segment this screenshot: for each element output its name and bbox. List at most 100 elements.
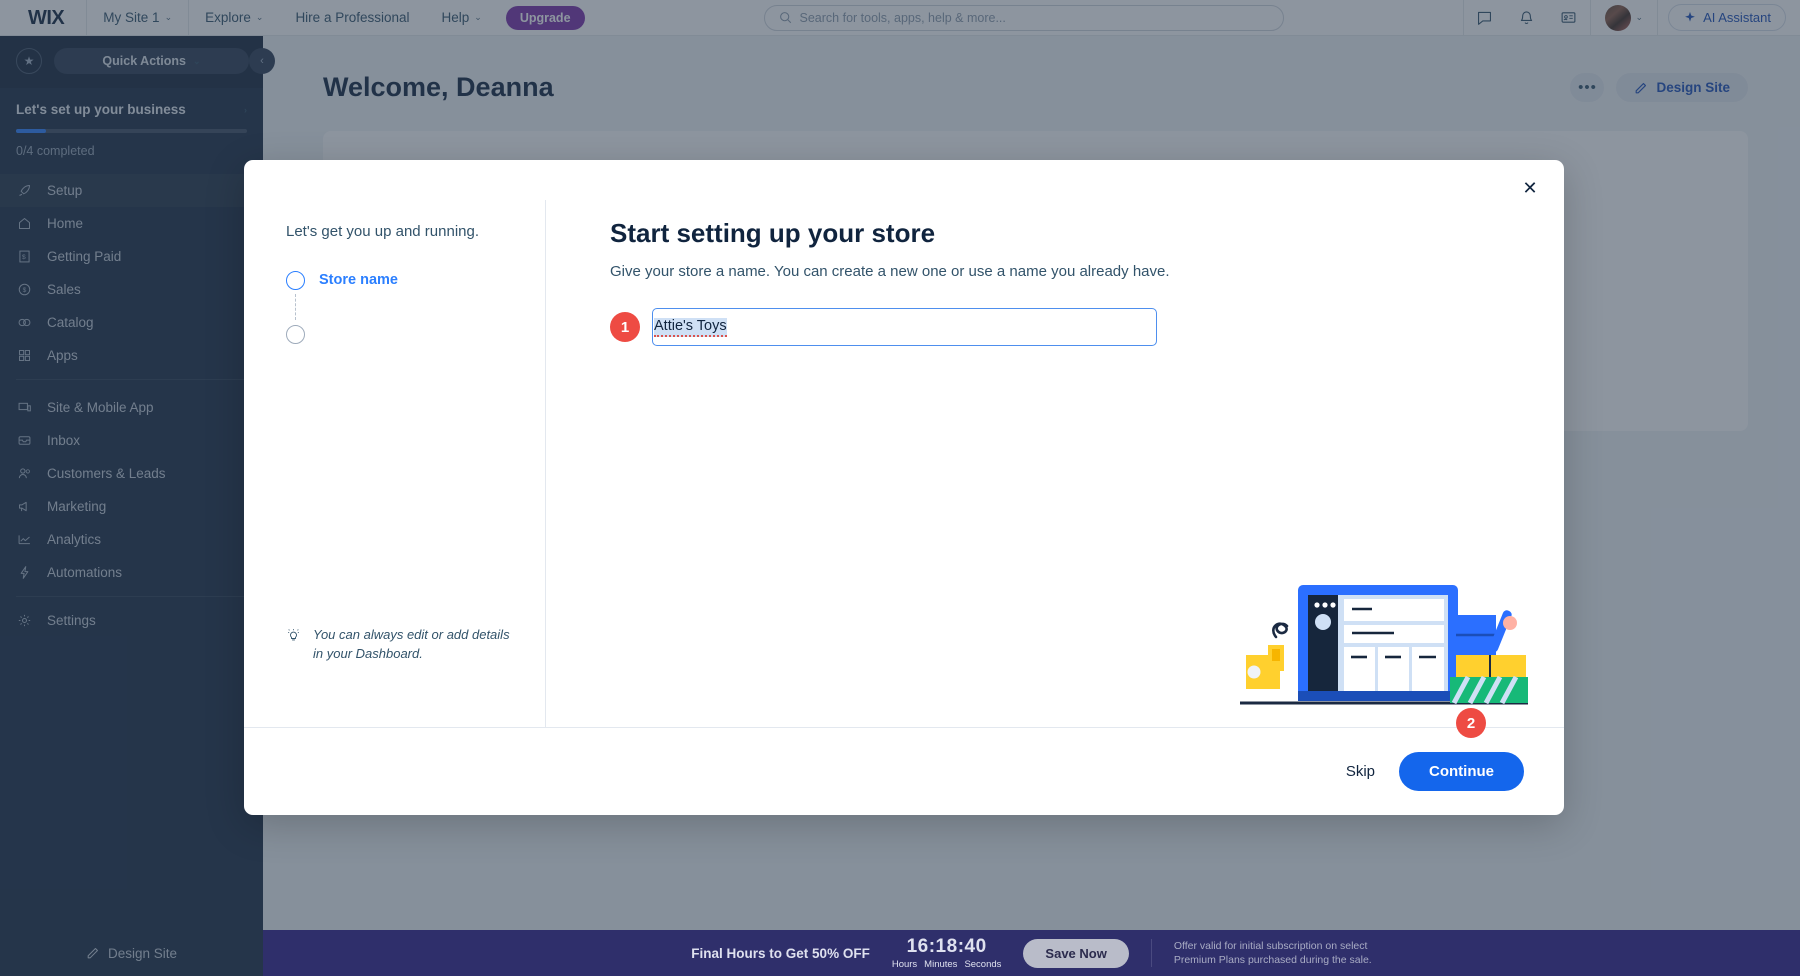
sidebar-item-label: Apps (47, 348, 230, 363)
step-label: Store name (319, 272, 398, 288)
sidebar-item-sales[interactable]: $ Sales › (0, 273, 263, 306)
step-connector (295, 294, 296, 320)
topbar-right-cluster: ⌄ AI Assistant (1463, 0, 1800, 36)
sidebar-footer-label: Design Site (108, 946, 177, 961)
sidebar-item-catalog[interactable]: Catalog › (0, 306, 263, 339)
sidebar-divider (16, 379, 247, 380)
topbar-item-explore[interactable]: Explore ⌄ (189, 0, 279, 36)
modal-main-panel: Start setting up your store Give your st… (546, 200, 1564, 727)
topbar-item-my-site[interactable]: My Site 1 ⌄ (87, 0, 188, 36)
pencil-icon (86, 946, 100, 960)
toolbar-divider (1657, 0, 1658, 36)
sidebar-item-label: Setup (47, 183, 247, 198)
sidebar-item-customers-leads[interactable]: Customers & Leads › (0, 457, 263, 490)
modal-tip: You can always edit or add details in yo… (286, 626, 517, 663)
upgrade-button[interactable]: Upgrade (506, 6, 585, 30)
sidebar-item-label: Marketing (47, 499, 230, 514)
top-navigation-bar: WIX My Site 1 ⌄ Explore ⌄ Hire a Profess… (0, 0, 1800, 36)
store-setup-illustration (1238, 567, 1538, 717)
chat-icon[interactable] (1464, 0, 1506, 36)
search-container: Search for tools, apps, help & more... (585, 5, 1463, 31)
sidebar-nav-secondary: Site & Mobile App › Inbox Customers & Le… (0, 387, 263, 589)
continue-button[interactable]: Continue (1399, 752, 1524, 791)
sidebar-item-label: Inbox (47, 433, 247, 448)
promo-fine-line-1: Offer valid for initial subscription on … (1174, 939, 1372, 953)
sidebar-design-site-button[interactable]: Design Site (0, 930, 263, 976)
topbar-label: My Site 1 (103, 10, 159, 25)
header-actions: ••• Design Site (1570, 73, 1748, 102)
annotation-marker-1: 1 (610, 312, 640, 342)
chevron-down-icon: ⌄ (474, 12, 482, 23)
bell-icon[interactable] (1506, 0, 1548, 36)
megaphone-icon (16, 498, 33, 515)
topbar-label: Help (442, 10, 470, 25)
sidebar-item-site-mobile-app[interactable]: Site & Mobile App › (0, 391, 263, 424)
setup-progress-block: Let's set up your business › 0/4 complet… (0, 88, 263, 170)
dollar-circle-icon: $ (16, 281, 33, 298)
sidebar-item-label: Customers & Leads (47, 466, 230, 481)
sidebar-item-getting-paid[interactable]: $ Getting Paid › (0, 240, 263, 273)
sidebar-item-label: Automations (47, 565, 230, 580)
design-site-button[interactable]: Design Site (1616, 73, 1748, 102)
close-icon[interactable]: ✕ (1516, 174, 1544, 202)
sidebar-item-inbox[interactable]: Inbox (0, 424, 263, 457)
sidebar-item-label: Sales (47, 282, 230, 297)
countdown-labels: Hours Minutes Seconds (892, 959, 1002, 970)
rocket-icon (16, 182, 33, 199)
modal-sidebar-title: Let's get you up and running. (286, 223, 517, 240)
sidebar-item-label: Home (47, 216, 247, 231)
ai-assistant-label: AI Assistant (1703, 10, 1771, 25)
sidebar-item-apps[interactable]: Apps › (0, 339, 263, 372)
collapse-sidebar-button[interactable]: ‹ (249, 48, 275, 74)
step-item-store-name[interactable]: Store name (286, 266, 517, 294)
sidebar-item-home[interactable]: Home (0, 207, 263, 240)
search-icon (779, 11, 792, 24)
quick-actions-label: Quick Actions (102, 54, 186, 68)
search-box[interactable]: Search for tools, apps, help & more... (764, 5, 1284, 31)
modal-sidebar: Let's get you up and running. Store name (244, 200, 546, 727)
quick-actions-button[interactable]: Quick Actions ⌄ (54, 48, 249, 74)
sidebar-item-marketing[interactable]: Marketing › (0, 490, 263, 523)
setup-progress-fill (16, 129, 46, 133)
setup-business-link[interactable]: Let's set up your business › (16, 102, 247, 117)
sidebar-item-settings[interactable]: Settings (0, 604, 263, 637)
sidebar-item-analytics[interactable]: Analytics › (0, 523, 263, 556)
step-circle-active (286, 271, 305, 290)
wix-logo[interactable]: WIX (0, 8, 86, 28)
countdown-label-minutes: Minutes (924, 959, 957, 970)
sidebar-item-automations[interactable]: Automations › (0, 556, 263, 589)
promo-banner: Final Hours to Get 50% OFF 16:18:40 Hour… (263, 930, 1800, 976)
store-name-input[interactable] (652, 308, 1157, 346)
skip-button[interactable]: Skip (1342, 755, 1379, 788)
invoice-icon: $ (16, 248, 33, 265)
modal-tip-text: You can always edit or add details in yo… (313, 626, 517, 663)
setup-progress-text: 0/4 completed (16, 144, 247, 158)
sparkle-icon (1683, 11, 1697, 25)
topbar-item-hire-professional[interactable]: Hire a Professional (279, 0, 425, 36)
countdown-timer: 16:18:40 Hours Minutes Seconds (892, 937, 1002, 970)
account-menu[interactable]: ⌄ (1591, 5, 1658, 31)
more-options-button[interactable]: ••• (1570, 73, 1604, 102)
sidebar-item-label: Site & Mobile App (47, 400, 230, 415)
search-input[interactable]: Search for tools, apps, help & more... (800, 11, 1006, 25)
star-icon[interactable]: ★ (16, 48, 42, 74)
setup-business-label: Let's set up your business (16, 102, 186, 117)
chevron-down-icon: ⌄ (1636, 12, 1644, 23)
save-now-button[interactable]: Save Now (1023, 939, 1128, 968)
sidebar-divider (16, 596, 247, 597)
setup-progress-bar (16, 129, 247, 133)
sidebar-item-setup[interactable]: Setup (0, 174, 263, 207)
topbar-label: Hire a Professional (295, 10, 409, 25)
inbox-icon (16, 432, 33, 449)
topbar-label: Explore (205, 10, 251, 25)
topbar-item-help[interactable]: Help ⌄ (426, 0, 498, 36)
chevron-down-icon: ⌄ (165, 12, 173, 23)
store-name-field-row: 1 Attie's Toys (610, 308, 1564, 346)
home-icon (16, 215, 33, 232)
promo-fine-print: Offer valid for initial subscription on … (1174, 939, 1372, 967)
modal-footer: 2 Skip Continue (244, 727, 1564, 815)
ai-assistant-button[interactable]: AI Assistant (1668, 4, 1786, 31)
chart-line-icon (16, 531, 33, 548)
contact-card-icon[interactable] (1548, 0, 1590, 36)
design-site-label: Design Site (1656, 80, 1730, 95)
